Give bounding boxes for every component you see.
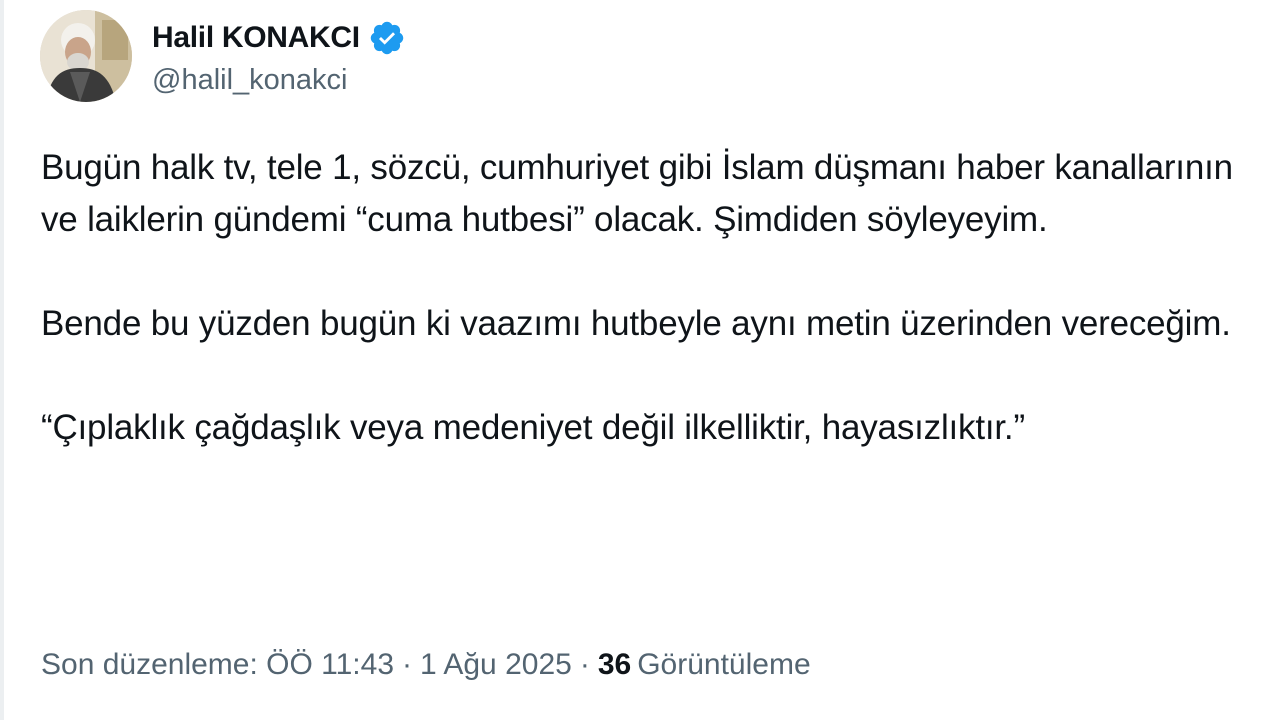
tweet-paragraph: Bugün halk tv, tele 1, sözcü, cumhuriyet… (41, 148, 1233, 239)
author-names: Halil KONAKCI @halil_konakci (152, 10, 406, 102)
name-row: Halil KONAKCI (152, 16, 406, 60)
date-link[interactable]: 1 Ağu 2025 (420, 648, 572, 682)
edited-timestamp-link[interactable]: Son düzenleme: ÖÖ 11:43 (41, 648, 394, 682)
left-border (0, 0, 4, 720)
views-count: 36 (597, 648, 632, 681)
tweet-meta: Son düzenleme: ÖÖ 11:43 · 1 Ağu 2025 · 3… (41, 648, 811, 682)
avatar-photo (40, 10, 132, 102)
handle[interactable]: @halil_konakci (152, 64, 406, 97)
display-name[interactable]: Halil KONAKCI (152, 21, 360, 55)
tweet-text: Bugün halk tv, tele 1, sözcü, cumhuriyet… (41, 142, 1241, 454)
avatar[interactable] (40, 10, 132, 102)
tweet-header: Halil KONAKCI @halil_konakci (40, 6, 406, 106)
verified-badge-icon[interactable] (368, 19, 406, 57)
tweet-paragraph: “Çıplaklık çağdaşlık veya medeniyet deği… (41, 408, 1025, 447)
meta-separator: · (579, 648, 590, 681)
tweet-paragraph: Bende bu yüzden bugün ki vaazımı hutbeyl… (41, 304, 1231, 343)
meta-separator: · (402, 648, 412, 681)
views-label: Görüntüleme (637, 648, 811, 681)
